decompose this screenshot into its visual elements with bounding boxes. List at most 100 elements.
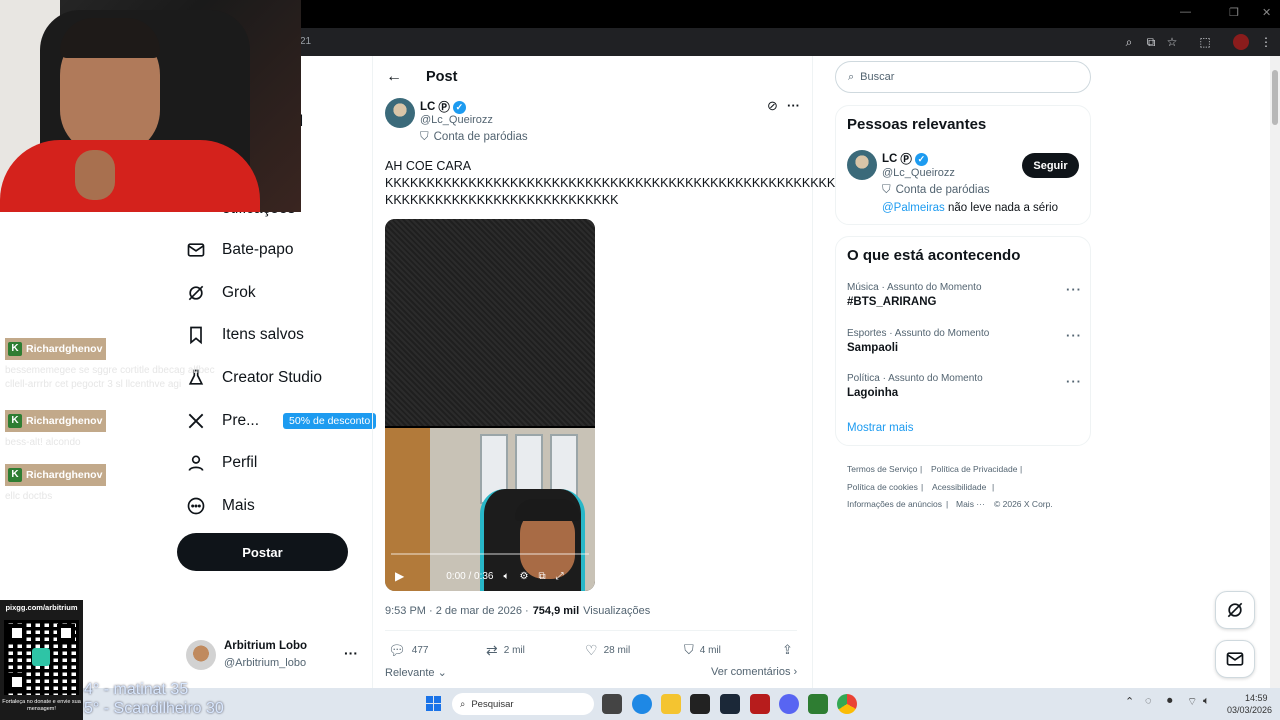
share-icon[interactable]: ⇪ [782, 641, 793, 659]
post-button[interactable]: Postar [177, 533, 348, 571]
menu-icon[interactable]: ⋮ [1258, 34, 1274, 50]
post-meta: 9:53 PM · 2 de mar de 2026 · 754,9 mil V… [385, 605, 650, 617]
cast-icon[interactable]: ⧉ [1143, 34, 1159, 50]
file-explorer-icon[interactable] [661, 694, 681, 714]
person-bio: @Palmeiras não leve nada a sério [882, 202, 1058, 214]
edge-icon[interactable] [632, 694, 652, 714]
nav-item-bookmarks[interactable]: Itens salvos [186, 320, 304, 350]
person-handle[interactable]: @Lc_Queirozz [882, 167, 955, 179]
address-bar[interactable]: 21 [300, 36, 311, 47]
zoom-icon[interactable]: ⌕ [1121, 34, 1137, 50]
show-more-link[interactable]: Mostrar mais [847, 422, 913, 434]
author-avatar[interactable] [385, 98, 415, 128]
footer-cookies-link[interactable]: Política de cookies [847, 482, 918, 492]
sort-dropdown[interactable]: Relevante ⌄ [385, 666, 447, 679]
mask-icon: ⛉ [420, 131, 429, 143]
minimize-button[interactable]: — [1180, 6, 1191, 18]
steam-icon[interactable] [720, 694, 740, 714]
windows-start-icon[interactable] [426, 696, 441, 711]
mail-icon [186, 240, 206, 260]
star-icon[interactable]: ☆ [1164, 34, 1180, 50]
play-icon[interactable]: ▶ [395, 569, 404, 583]
footer-separator: | [946, 499, 949, 509]
chrome-icon[interactable] [837, 694, 857, 714]
scrollbar[interactable] [1270, 56, 1280, 688]
follow-button[interactable]: Seguir [1022, 153, 1079, 178]
clock-time[interactable]: 14:59 [1245, 693, 1268, 703]
post-timestamp[interactable]: 9:53 PM · 2 de mar de 2026 · [385, 605, 529, 617]
video-controls: ▶ 0:00 / 0:36 🔈︎ ⚙ ⧉ ⤢ [385, 561, 595, 591]
nav-label: Perfil [222, 454, 258, 471]
trend-more-icon[interactable]: ··· [1066, 328, 1082, 343]
reply-button[interactable]: 💬︎ 477 [388, 641, 428, 659]
scrollbar-thumb[interactable] [1272, 70, 1278, 125]
task-view-icon[interactable] [602, 694, 622, 714]
mic-icon[interactable]: ⏺ [1167, 695, 1173, 708]
footer-ads-link[interactable]: Informações de anúncios [847, 499, 942, 509]
wifi-icon[interactable]: ⌔ [1187, 695, 1197, 709]
trend-item[interactable]: #BTS_ARIRANG [847, 296, 936, 308]
footer-terms-link[interactable]: Termos de Serviço [847, 464, 917, 474]
search-input[interactable]: ⌕ Buscar [835, 61, 1091, 93]
nav-item-grok[interactable]: Grok [186, 278, 256, 308]
volume-icon[interactable]: 🔈︎ [1203, 695, 1210, 708]
video-time: 0:00 / 0:36 [446, 570, 494, 582]
mail-icon [1226, 652, 1244, 666]
bookmark-button[interactable]: ⛉ 4 mil [684, 641, 721, 659]
views-count: 754,9 mil [532, 605, 580, 617]
discord-icon[interactable] [779, 694, 799, 714]
back-arrow-icon[interactable]: ← [386, 68, 402, 86]
grok-explain-icon[interactable]: ⊘ [767, 98, 778, 114]
trend-category: Esportes · Assunto do Momento [847, 328, 990, 339]
like-button[interactable]: ♡ 28 mil [585, 641, 630, 659]
nav-item-premium[interactable]: Pre... 50% de desconto [186, 406, 377, 436]
account-name[interactable]: Arbitrium Lobo [224, 640, 307, 652]
fullscreen-icon[interactable]: ⤢ [556, 571, 564, 582]
nav-label: Creator Studio [222, 369, 322, 386]
reply-icon: 💬︎ [388, 641, 406, 658]
app-icon[interactable] [750, 694, 770, 714]
trend-item[interactable]: Sampaoli [847, 342, 898, 354]
verified-badge-icon: ✓ [452, 100, 466, 114]
extensions-icon[interactable]: ⬚ [1197, 34, 1213, 50]
author-name-row[interactable]: LC Ⓟ ✓ [420, 99, 466, 115]
trend-more-icon[interactable]: ··· [1066, 374, 1082, 389]
nav-item-more[interactable]: Mais [186, 491, 255, 521]
footer-privacy-link[interactable]: Política de Privacidade [931, 464, 1017, 474]
account-avatar[interactable] [186, 640, 216, 670]
app-icon[interactable] [690, 694, 710, 714]
kick-icon: K [8, 414, 22, 428]
account-menu-icon[interactable]: ··· [344, 645, 358, 661]
nav-item-chat[interactable]: Bate-papo [186, 235, 294, 265]
view-comments-link[interactable]: Ver comentários › [711, 666, 797, 678]
post-more-icon[interactable]: ··· [787, 98, 800, 113]
person-avatar[interactable] [847, 150, 877, 180]
video-progress-bar[interactable] [391, 553, 589, 555]
repost-icon: ⇄ [486, 641, 498, 658]
maximize-button[interactable]: ❐ [1229, 6, 1239, 19]
close-window-button[interactable]: ✕ [1262, 6, 1271, 19]
person-name-row[interactable]: LC Ⓟ ✓ [882, 151, 928, 167]
nav-item-profile[interactable]: Perfil [186, 448, 257, 478]
footer-more-link[interactable]: Mais ··· [956, 499, 985, 509]
tray-chevron-icon[interactable]: ⌃ [1125, 695, 1134, 708]
clock-date[interactable]: 03/03/2026 [1227, 705, 1272, 715]
footer-separator: | [921, 482, 924, 492]
trend-item[interactable]: Lagoinha [847, 387, 898, 399]
pip-icon[interactable]: ⧉ [538, 571, 545, 582]
app-icon[interactable] [808, 694, 828, 714]
repost-button[interactable]: ⇄ 2 mil [486, 641, 525, 659]
author-handle[interactable]: @Lc_Queirozz [420, 114, 493, 126]
x-logo-icon [186, 411, 206, 431]
network-icon[interactable]: ◌ [1145, 695, 1152, 707]
footer-accessibility-link[interactable]: Acessibilidade [932, 482, 986, 492]
grok-fab-button[interactable] [1215, 591, 1255, 629]
taskbar-search[interactable]: ⌕ Pesquisar [452, 693, 594, 715]
settings-icon[interactable]: ⚙ [520, 571, 529, 582]
messages-fab-button[interactable] [1215, 640, 1255, 678]
bio-mention-link[interactable]: @Palmeiras [882, 202, 945, 214]
video-player[interactable]: ▶ 0:00 / 0:36 🔈︎ ⚙ ⧉ ⤢ [385, 219, 595, 591]
profile-icon[interactable] [1233, 34, 1249, 50]
trend-more-icon[interactable]: ··· [1066, 282, 1082, 297]
volume-icon[interactable]: 🔈︎ [504, 571, 510, 582]
